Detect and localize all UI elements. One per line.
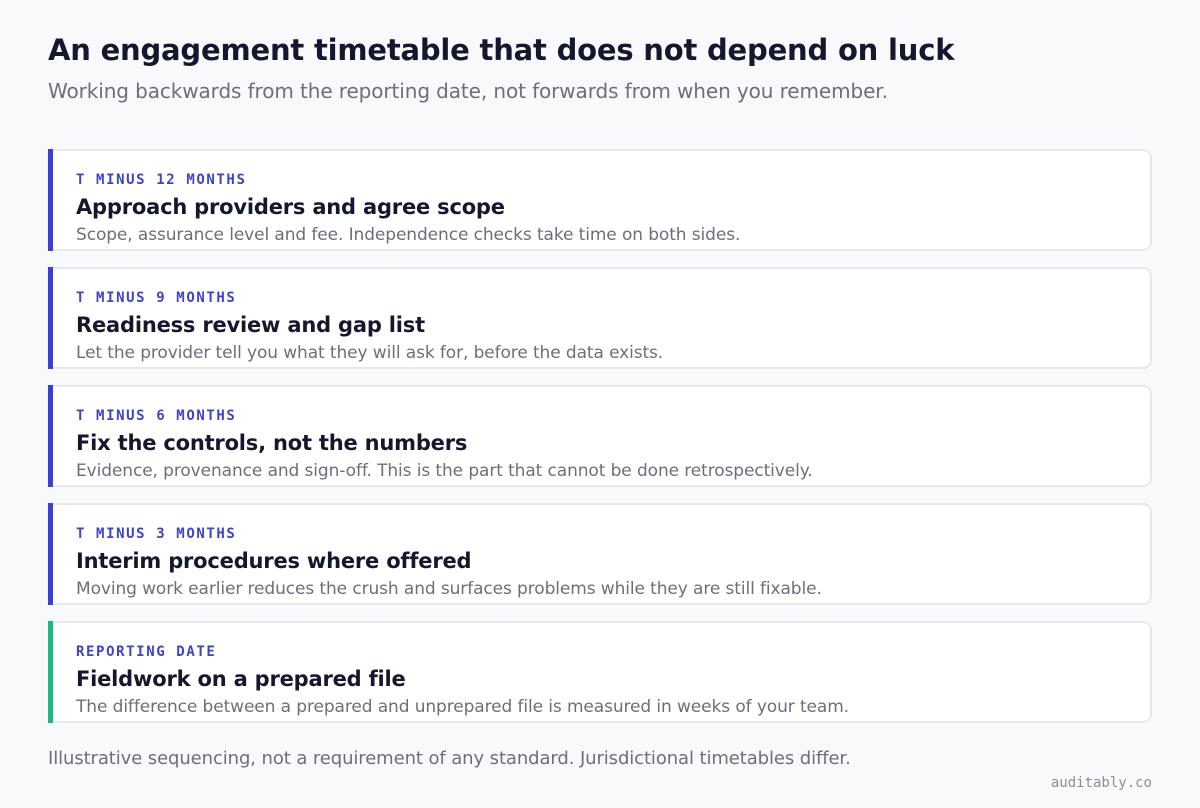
step-label: REPORTING DATE — [76, 644, 217, 660]
page-subtitle: Working backwards from the reporting dat… — [48, 79, 888, 103]
step-description: Moving work earlier reduces the crush an… — [76, 579, 822, 599]
step-title: Approach providers and agree scope — [76, 195, 505, 219]
step-description: Let the provider tell you what they will… — [76, 343, 664, 363]
step-description: The difference between a prepared and un… — [76, 697, 849, 717]
timeline-step-t-minus-12: T MINUS 12 MONTHS Approach providers and… — [48, 149, 1152, 251]
timeline-step-t-minus-3: T MINUS 3 MONTHS Interim procedures wher… — [48, 503, 1152, 605]
step-accent-bar — [48, 149, 53, 251]
timeline-step-t-minus-9: T MINUS 9 MONTHS Readiness review and ga… — [48, 267, 1152, 369]
step-label: T MINUS 12 MONTHS — [76, 172, 247, 188]
step-title: Interim procedures where offered — [76, 549, 472, 573]
timeline-step-t-minus-6: T MINUS 6 MONTHS Fix the controls, not t… — [48, 385, 1152, 487]
step-accent-bar — [48, 267, 53, 369]
step-label: T MINUS 9 MONTHS — [76, 290, 237, 306]
step-description: Evidence, provenance and sign-off. This … — [76, 461, 813, 481]
step-accent-bar — [48, 385, 53, 487]
step-label: T MINUS 6 MONTHS — [76, 408, 237, 424]
page-header: An engagement timetable that does not de… — [48, 30, 1152, 105]
step-title: Fieldwork on a prepared file — [76, 667, 406, 691]
footnote: Illustrative sequencing, not a requireme… — [48, 748, 851, 769]
timeline-steps: T MINUS 12 MONTHS Approach providers and… — [48, 149, 1152, 739]
timeline-step-reporting-date: REPORTING DATE Fieldwork on a prepared f… — [48, 621, 1152, 723]
step-accent-bar — [48, 503, 53, 605]
step-label: T MINUS 3 MONTHS — [76, 526, 237, 542]
step-title: Fix the controls, not the numbers — [76, 431, 468, 455]
step-title: Readiness review and gap list — [76, 313, 425, 337]
brand-credit: auditably.co — [1050, 775, 1152, 791]
page-title: An engagement timetable that does not de… — [48, 33, 955, 67]
step-accent-bar — [48, 621, 53, 723]
step-description: Scope, assurance level and fee. Independ… — [76, 225, 741, 245]
